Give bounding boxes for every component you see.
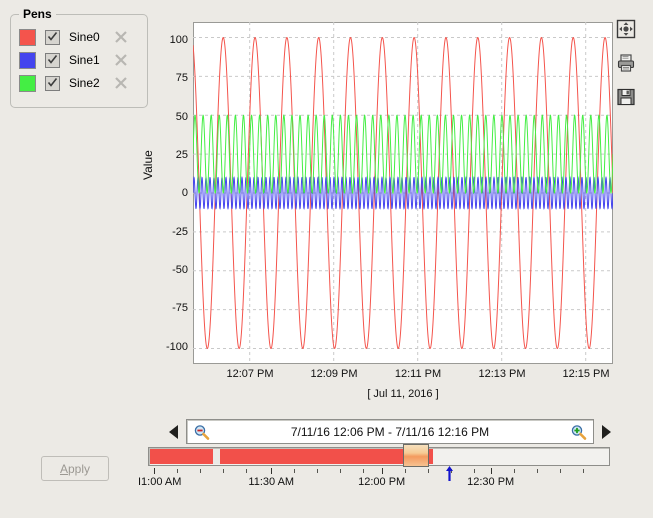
fullscreen-icon bbox=[616, 19, 636, 39]
data-availability-bar bbox=[150, 449, 433, 464]
x-tick-label: 12:07 PM bbox=[226, 368, 273, 380]
x-axis-date-label: [ Jul 11, 2016 ] bbox=[193, 388, 613, 400]
save-button[interactable] bbox=[615, 86, 637, 108]
time-range-field[interactable]: 7/11/16 12:06 PM - 7/11/16 12:16 PM bbox=[186, 419, 594, 444]
apply-button-label: Apply bbox=[60, 462, 90, 476]
close-x-icon[interactable] bbox=[114, 30, 128, 44]
y-tick-label: 100 bbox=[170, 34, 188, 46]
pen-color-swatch[interactable] bbox=[19, 29, 36, 46]
pen-visibility-checkbox[interactable] bbox=[45, 30, 60, 45]
timeline-tick-label: I1:00 AM bbox=[138, 476, 181, 488]
pen-label: Sine1 bbox=[69, 53, 100, 67]
nav-next-button[interactable] bbox=[598, 422, 614, 442]
pens-panel: Pens Sine0 Sine1 Sine2 bbox=[10, 14, 148, 108]
triangle-right-icon bbox=[600, 424, 612, 440]
x-tick-label: 12:15 PM bbox=[562, 368, 609, 380]
timeline-major-tick bbox=[154, 468, 155, 474]
triangle-left-icon bbox=[168, 424, 180, 440]
y-tick-label: 25 bbox=[176, 149, 188, 161]
timeline-marker-arrow bbox=[444, 466, 455, 481]
timeline-minor-tick bbox=[583, 469, 584, 473]
timeline-minor-tick bbox=[560, 469, 561, 473]
y-axis-title: Value bbox=[141, 164, 155, 180]
timeline-minor-tick bbox=[474, 469, 475, 473]
timeline-minor-tick bbox=[246, 469, 247, 473]
pen-color-swatch[interactable] bbox=[19, 52, 36, 69]
chart-series-canvas bbox=[193, 22, 613, 364]
x-tick-label: 12:09 PM bbox=[310, 368, 357, 380]
timeline-minor-tick bbox=[428, 469, 429, 473]
timeline-major-tick bbox=[271, 468, 272, 474]
apply-button[interactable]: Apply bbox=[41, 456, 109, 481]
timeline-minor-tick bbox=[363, 469, 364, 473]
close-x-icon[interactable] bbox=[114, 53, 128, 67]
x-tick-label: 12:13 PM bbox=[478, 368, 525, 380]
chart-toolbar bbox=[615, 18, 639, 120]
floppy-save-icon bbox=[616, 87, 636, 107]
y-tick-label: -50 bbox=[172, 264, 188, 276]
print-button[interactable] bbox=[615, 52, 637, 74]
timeline-minor-tick bbox=[537, 469, 538, 473]
y-tick-label: -100 bbox=[166, 341, 188, 353]
pen-label: Sine0 bbox=[69, 30, 100, 44]
timeline-minor-tick bbox=[177, 469, 178, 473]
fullscreen-button[interactable] bbox=[615, 18, 637, 40]
nav-prev-button[interactable] bbox=[166, 422, 182, 442]
timeline-major-tick bbox=[382, 468, 383, 474]
timeline-tick-label: 12:30 PM bbox=[467, 476, 514, 488]
pen-color-swatch[interactable] bbox=[19, 75, 36, 92]
pen-visibility-checkbox[interactable] bbox=[45, 76, 60, 91]
y-tick-label: 75 bbox=[176, 72, 188, 84]
timeline-ticks bbox=[148, 468, 610, 476]
y-tick-label: 50 bbox=[176, 111, 188, 123]
timeline-minor-tick bbox=[405, 469, 406, 473]
magnifier-minus-icon[interactable] bbox=[193, 424, 210, 441]
timeline-selection-handle[interactable] bbox=[403, 444, 429, 467]
timeline-tick-label: 11:30 AM bbox=[248, 476, 294, 488]
pen-label: Sine2 bbox=[69, 76, 100, 90]
timeline-minor-tick bbox=[317, 469, 318, 473]
timeline-scrollbar[interactable] bbox=[148, 447, 610, 466]
y-tick-label: -25 bbox=[172, 226, 188, 238]
timeline-tick-label: 12:00 PM bbox=[358, 476, 405, 488]
pens-panel-title: Pens bbox=[19, 7, 56, 21]
timeline-minor-tick bbox=[340, 469, 341, 473]
y-tick-label: 0 bbox=[182, 187, 188, 199]
data-gap-marker bbox=[213, 449, 220, 464]
timeline-minor-tick bbox=[514, 469, 515, 473]
timeline-minor-tick bbox=[294, 469, 295, 473]
y-axis-ticks: 100 75 50 25 0 -25 -50 -75 -100 bbox=[146, 22, 188, 364]
time-navigator: 7/11/16 12:06 PM - 7/11/16 12:16 PM bbox=[166, 419, 614, 445]
pen-row-sine2[interactable]: Sine2 bbox=[19, 73, 128, 93]
pen-visibility-checkbox[interactable] bbox=[45, 53, 60, 68]
timeline-minor-tick bbox=[223, 469, 224, 473]
pen-row-sine0[interactable]: Sine0 bbox=[19, 27, 128, 47]
y-tick-label: -75 bbox=[172, 302, 188, 314]
close-x-icon[interactable] bbox=[114, 76, 128, 90]
timeline-minor-tick bbox=[200, 469, 201, 473]
printer-icon bbox=[616, 53, 636, 73]
chart-plot-area[interactable] bbox=[193, 22, 613, 364]
timeline-major-tick bbox=[491, 468, 492, 474]
pen-row-sine1[interactable]: Sine1 bbox=[19, 50, 128, 70]
x-tick-label: 12:11 PM bbox=[395, 368, 441, 380]
time-range-text: 7/11/16 12:06 PM - 7/11/16 12:16 PM bbox=[291, 425, 489, 439]
magnifier-plus-icon[interactable] bbox=[570, 424, 587, 441]
